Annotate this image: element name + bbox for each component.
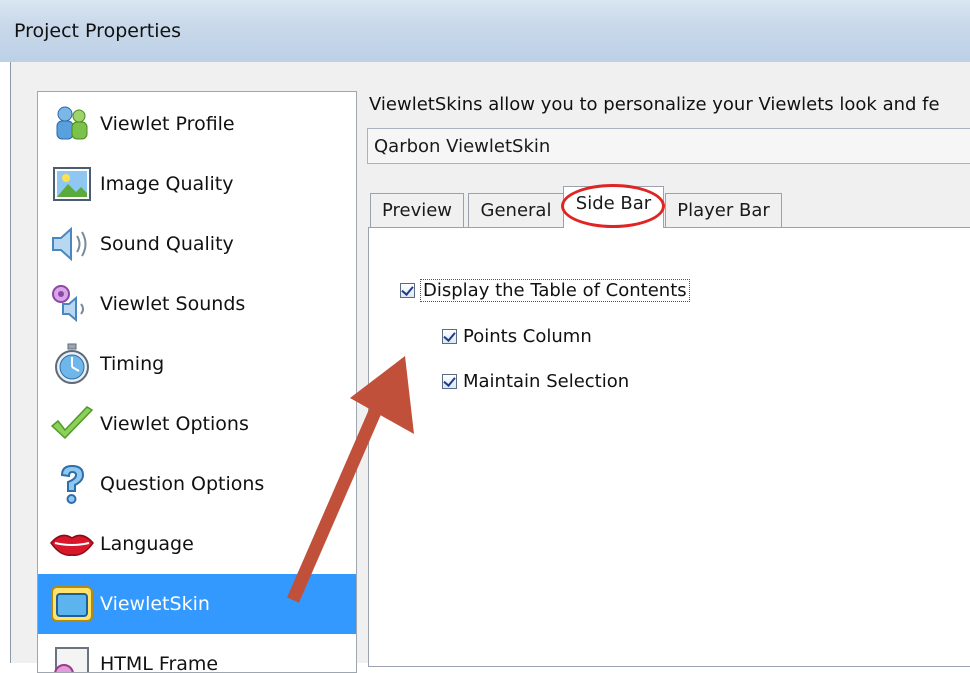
points-column-label: Points Column — [463, 326, 592, 347]
category-label: ViewletSkin — [100, 593, 210, 615]
tab-label: General — [480, 200, 552, 221]
skin-description: ViewletSkins allow you to personalize yo… — [369, 94, 940, 115]
category-label: Timing — [100, 353, 165, 375]
tab-label: Player Bar — [677, 200, 770, 221]
lips-icon — [46, 522, 98, 566]
category-item-viewletskin[interactable]: ViewletSkin — [38, 574, 356, 634]
category-label: Viewlet Options — [100, 413, 249, 435]
category-label: HTML Frame — [100, 653, 219, 673]
category-item-question-options[interactable]: Question Options — [38, 454, 356, 514]
tab-general[interactable]: General — [468, 193, 564, 227]
category-label: Language — [100, 533, 194, 555]
stopwatch-icon — [46, 342, 98, 386]
maintain-selection-label: Maintain Selection — [463, 371, 630, 392]
tab-preview[interactable]: Preview — [370, 193, 464, 227]
display-toc-label: Display the Table of Contents — [420, 279, 690, 302]
category-label: Viewlet Sounds — [100, 293, 246, 315]
display-toc-checkbox[interactable]: Display the Table of Contents — [400, 279, 690, 302]
category-label: Question Options — [100, 473, 265, 495]
checkbox-checked-icon — [400, 283, 415, 298]
side-bar-highlight-ring — [561, 184, 665, 228]
category-label: Viewlet Profile — [100, 113, 235, 135]
window-title: Project Properties — [14, 20, 182, 42]
category-item-sound-quality[interactable]: Sound Quality — [38, 214, 356, 274]
category-list[interactable]: Viewlet Profile Image Quality Sound Qual… — [37, 91, 357, 673]
html-frame-icon — [46, 642, 98, 672]
category-item-viewlet-options[interactable]: Viewlet Options — [38, 394, 356, 454]
category-item-image-quality[interactable]: Image Quality — [38, 154, 356, 214]
category-item-timing[interactable]: Timing — [38, 334, 356, 394]
profile-users-icon — [46, 102, 98, 146]
category-item-html-frame[interactable]: HTML Frame — [38, 634, 356, 673]
category-item-viewlet-sounds[interactable]: Viewlet Sounds — [38, 274, 356, 334]
checkbox-checked-icon — [442, 374, 457, 389]
points-column-checkbox[interactable]: Points Column — [442, 326, 592, 347]
question-mark-icon — [46, 462, 98, 506]
window-skin-icon — [46, 582, 98, 626]
checkbox-checked-icon — [442, 329, 457, 344]
maintain-selection-checkbox[interactable]: Maintain Selection — [442, 371, 629, 392]
window-titlebar: Project Properties — [0, 0, 970, 62]
tab-player-bar[interactable]: Player Bar — [665, 193, 782, 227]
speaker-icon — [46, 222, 98, 266]
viewletskin-select-value: Qarbon ViewletSkin — [374, 136, 551, 157]
checkmark-icon — [46, 402, 98, 446]
category-label: Sound Quality — [100, 233, 234, 255]
viewletskin-select[interactable]: Qarbon ViewletSkin — [367, 128, 970, 164]
sounds-speaker-icon — [46, 282, 98, 326]
category-item-viewlet-profile[interactable]: Viewlet Profile — [38, 94, 356, 154]
tab-label: Preview — [381, 200, 453, 221]
category-item-language[interactable]: Language — [38, 514, 356, 574]
image-picture-icon — [46, 162, 98, 206]
category-label: Image Quality — [100, 173, 234, 195]
